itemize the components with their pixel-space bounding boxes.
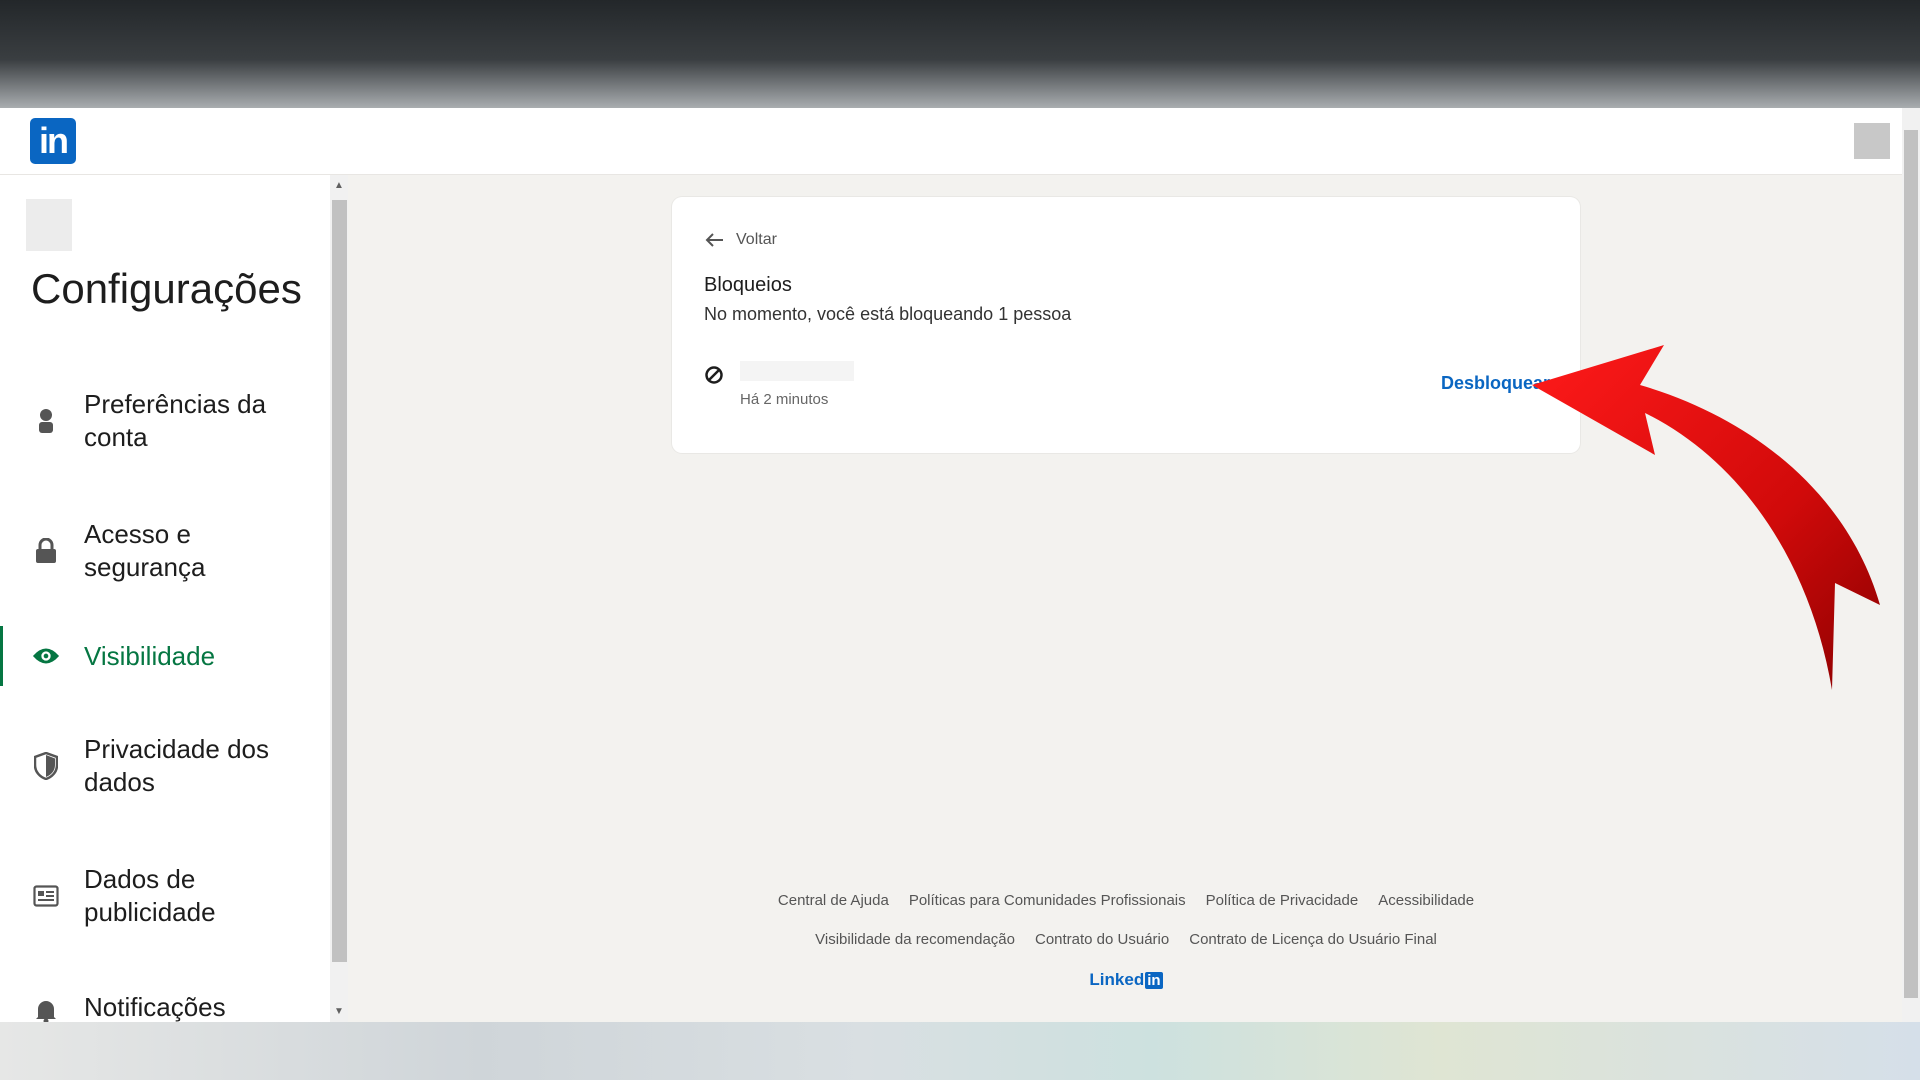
footer-link-user-agreement[interactable]: Contrato do Usuário — [1035, 931, 1169, 948]
sidebar-item-label: Notificações — [84, 992, 226, 1022]
footer-link-community-policies[interactable]: Políticas para Comunidades Profissionais — [909, 892, 1186, 909]
linkedin-logo[interactable]: in — [30, 118, 76, 164]
person-icon — [32, 407, 60, 435]
page-title: Configurações — [31, 265, 302, 312]
blocked-time: Há 2 minutos — [740, 391, 829, 408]
profile-avatar[interactable] — [1854, 123, 1890, 159]
sidebar-item-label: Visibilidade — [84, 641, 216, 671]
arrow-left-icon — [705, 233, 723, 247]
back-button[interactable]: Voltar — [704, 231, 777, 249]
lock-icon — [32, 537, 60, 565]
footer-link-eula[interactable]: Contrato de Licença do Usuário Final — [1189, 931, 1437, 948]
browser-viewport: in Configurações Preferências da conta A… — [0, 108, 1920, 1022]
footer-link-help-center[interactable]: Central de Ajuda — [778, 892, 889, 909]
top-header: in — [0, 108, 1902, 175]
sidebar-scroll-thumb[interactable] — [332, 200, 347, 962]
back-label: Voltar — [736, 231, 777, 248]
brand-word: Linked — [1089, 970, 1145, 989]
ad-icon — [32, 882, 60, 910]
blocked-person-row: Há 2 minutos Desbloquear — [704, 357, 1550, 413]
blocking-card: Voltar Bloqueios No momento, você está b… — [672, 197, 1580, 453]
main-scroll-thumb[interactable] — [1904, 130, 1918, 998]
blurred-bottom-backdrop — [0, 1022, 1920, 1080]
unblock-button[interactable]: Desbloquear — [1441, 373, 1550, 394]
brand-in-badge: in — [1145, 972, 1163, 989]
scroll-up-arrow-icon[interactable]: ▲ — [333, 180, 345, 191]
sidebar-item-label: Dados de publicidade — [84, 864, 216, 927]
shield-icon — [32, 752, 60, 780]
footer-linkedin-logo[interactable]: Linked in — [672, 970, 1580, 990]
scroll-down-arrow-icon[interactable]: ▼ — [333, 1006, 345, 1017]
block-icon — [705, 366, 723, 384]
bell-icon — [32, 997, 60, 1022]
sidebar-item-label: Privacidade dos dados — [84, 734, 269, 797]
section-subtitle: No momento, você está bloqueando 1 pesso… — [704, 304, 1072, 324]
settings-sidebar: Configurações Preferências da conta Aces… — [0, 175, 330, 1022]
user-avatar[interactable] — [26, 199, 72, 251]
sidebar-item-label: Preferências da conta — [84, 389, 267, 452]
sidebar-item-label: Acesso e segurança — [84, 519, 206, 582]
blurred-top-backdrop — [0, 0, 1920, 108]
section-title: Bloqueios — [704, 274, 792, 296]
footer: Central de Ajuda Políticas para Comunida… — [672, 892, 1580, 990]
footer-link-recommendation-transparency[interactable]: Visibilidade da recomendação — [815, 931, 1015, 948]
footer-link-privacy-policy[interactable]: Política de Privacidade — [1206, 892, 1359, 909]
eye-icon — [32, 642, 60, 670]
footer-link-accessibility[interactable]: Acessibilidade — [1378, 892, 1474, 909]
blocked-person-name[interactable] — [740, 361, 854, 381]
